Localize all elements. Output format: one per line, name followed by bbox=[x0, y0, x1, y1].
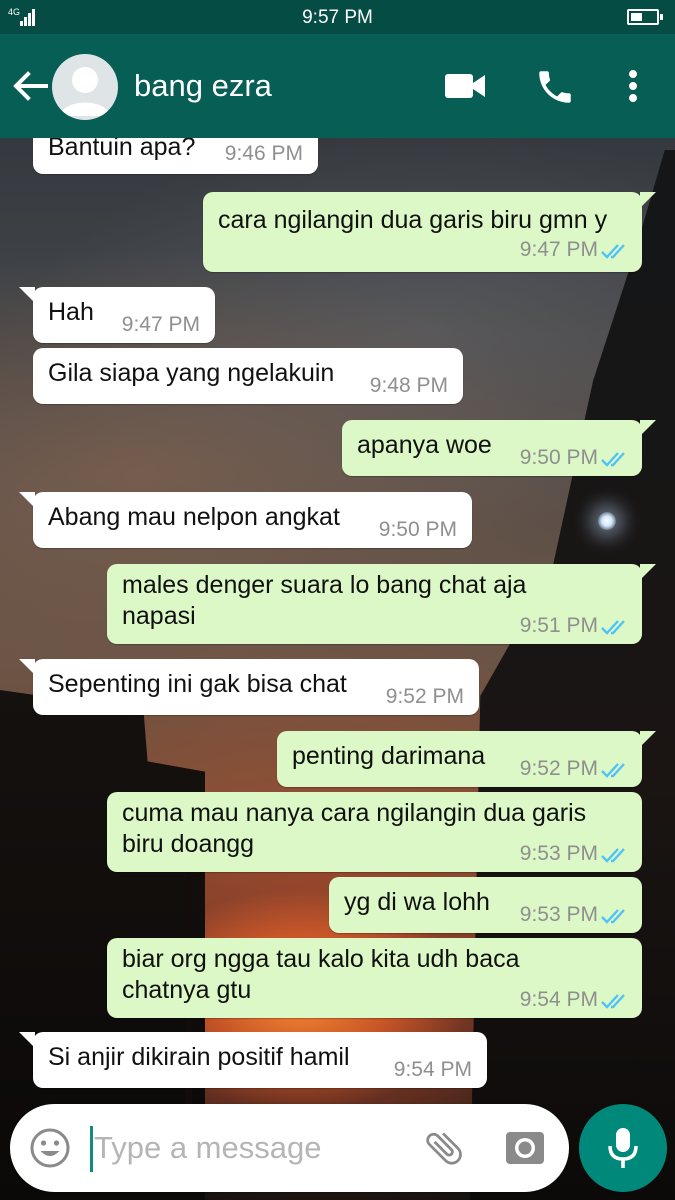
message-text: Hah bbox=[48, 298, 94, 326]
more-options-button[interactable] bbox=[620, 66, 646, 106]
status-time: 9:57 PM bbox=[302, 7, 373, 28]
video-call-button[interactable] bbox=[442, 68, 488, 104]
contact-avatar[interactable] bbox=[52, 54, 118, 120]
message-text-line: cuma mau nanya cara ngilangin dua garis bbox=[122, 799, 587, 827]
message-time: 9:53 PM bbox=[519, 842, 598, 865]
camera-button[interactable] bbox=[504, 1127, 546, 1167]
message-incoming[interactable]: Sepenting ini gak bisa chat 9:52 PM bbox=[19, 659, 479, 715]
message-text-line: biru doangg bbox=[122, 830, 255, 858]
message-outgoing[interactable]: biar org ngga tau kalo kita udh baca cha… bbox=[107, 938, 642, 1018]
emoji-icon bbox=[30, 1128, 70, 1168]
more-vert-icon bbox=[629, 70, 637, 102]
message-outgoing[interactable]: cara ngilangin dua garis biru gmn y 9:47… bbox=[203, 192, 656, 272]
text-cursor bbox=[90, 1126, 93, 1172]
message-text: Gila siapa yang ngelakuin bbox=[48, 359, 335, 387]
message-time: 9:54 PM bbox=[393, 1058, 472, 1081]
message-time: 9:54 PM bbox=[519, 988, 598, 1011]
back-button[interactable] bbox=[10, 68, 50, 104]
message-outgoing[interactable]: yg di wa lohh 9:53 PM bbox=[329, 877, 642, 933]
message-text: males denger suara lo bang chat aja napa… bbox=[122, 570, 526, 632]
read-receipt-icon bbox=[601, 763, 625, 778]
message-text-line: males denger suara lo bang chat aja bbox=[122, 571, 527, 599]
read-receipt-icon bbox=[601, 909, 625, 924]
message-outgoing[interactable]: apanya woe 9:50 PM bbox=[342, 420, 656, 476]
message-time: 9:50 PM bbox=[378, 518, 457, 541]
message-outgoing[interactable]: males denger suara lo bang chat aja napa… bbox=[107, 564, 656, 644]
attach-button[interactable] bbox=[422, 1126, 466, 1170]
message-time: 9:53 PM bbox=[519, 903, 598, 926]
voice-message-button[interactable] bbox=[579, 1104, 667, 1192]
message-composer bbox=[10, 1104, 569, 1192]
message-text: apanya woe bbox=[357, 431, 492, 459]
avatar-placeholder-icon bbox=[60, 67, 110, 116]
message-time: 9:52 PM bbox=[519, 757, 598, 780]
voice-call-button[interactable] bbox=[534, 66, 576, 108]
message-text: yg di wa lohh bbox=[344, 888, 490, 916]
attach-icon bbox=[426, 1132, 462, 1165]
camera-icon bbox=[506, 1132, 544, 1164]
message-text: penting darimana bbox=[292, 742, 486, 770]
mic-icon bbox=[608, 1128, 638, 1168]
video-call-icon bbox=[445, 74, 485, 98]
chat-header: bang ezra bbox=[0, 34, 675, 138]
message-text: Si anjir dikirain positif hamil bbox=[48, 1043, 350, 1071]
message-text: Abang mau nelpon angkat bbox=[48, 503, 340, 531]
message-incoming[interactable]: Hah 9:47 PM bbox=[19, 287, 215, 343]
back-arrow-icon bbox=[13, 71, 48, 101]
message-time: 9:52 PM bbox=[385, 685, 464, 708]
message-text: biar org ngga tau kalo kita udh baca cha… bbox=[122, 944, 520, 1006]
phone-icon bbox=[539, 71, 571, 103]
message-time: 9:48 PM bbox=[369, 374, 448, 397]
message-text: Sepenting ini gak bisa chat bbox=[48, 670, 347, 698]
status-bar: 4G 9:57 PM bbox=[0, 0, 675, 34]
read-receipt-icon bbox=[601, 620, 625, 635]
message-time: 9:47 PM bbox=[121, 313, 200, 336]
read-receipt-icon bbox=[601, 244, 625, 259]
read-receipt-icon bbox=[601, 452, 625, 467]
message-outgoing[interactable]: penting darimana 9:52 PM bbox=[277, 731, 656, 787]
message-text: Bantuin apa? bbox=[48, 138, 196, 161]
message-time: 9:51 PM bbox=[519, 614, 598, 637]
message-text-line: biar org ngga tau kalo kita udh baca bbox=[122, 945, 520, 973]
message-input[interactable] bbox=[94, 1122, 414, 1174]
message-incoming[interactable]: Si anjir dikirain positif hamil 9:54 PM bbox=[19, 1032, 487, 1088]
message-time: 9:46 PM bbox=[224, 142, 303, 165]
message-text: cuma mau nanya cara ngilangin dua garis … bbox=[122, 798, 586, 860]
emoji-button[interactable] bbox=[28, 1126, 72, 1170]
message-text-line: napasi bbox=[122, 602, 196, 630]
message-incoming[interactable]: Abang mau nelpon angkat 9:50 PM bbox=[19, 492, 472, 548]
read-receipt-icon bbox=[601, 994, 625, 1009]
contact-name[interactable]: bang ezra bbox=[134, 68, 272, 104]
message-text-line: chatnya gtu bbox=[122, 976, 252, 1004]
message-outgoing[interactable]: cuma mau nanya cara ngilangin dua garis … bbox=[107, 792, 642, 872]
message-text: cara ngilangin dua garis biru gmn y bbox=[218, 206, 608, 234]
message-incoming[interactable]: Bantuin apa? 9:46 PM bbox=[33, 138, 318, 174]
message-time: 9:50 PM bbox=[519, 446, 598, 469]
message-time: 9:47 PM bbox=[519, 238, 598, 261]
message-incoming[interactable]: Gila siapa yang ngelakuin 9:48 PM bbox=[33, 348, 463, 404]
battery-icon bbox=[627, 9, 663, 25]
message-list[interactable]: Bantuin apa? 9:46 PM cara ngilangin dua … bbox=[0, 138, 675, 1100]
read-receipt-icon bbox=[601, 848, 625, 863]
